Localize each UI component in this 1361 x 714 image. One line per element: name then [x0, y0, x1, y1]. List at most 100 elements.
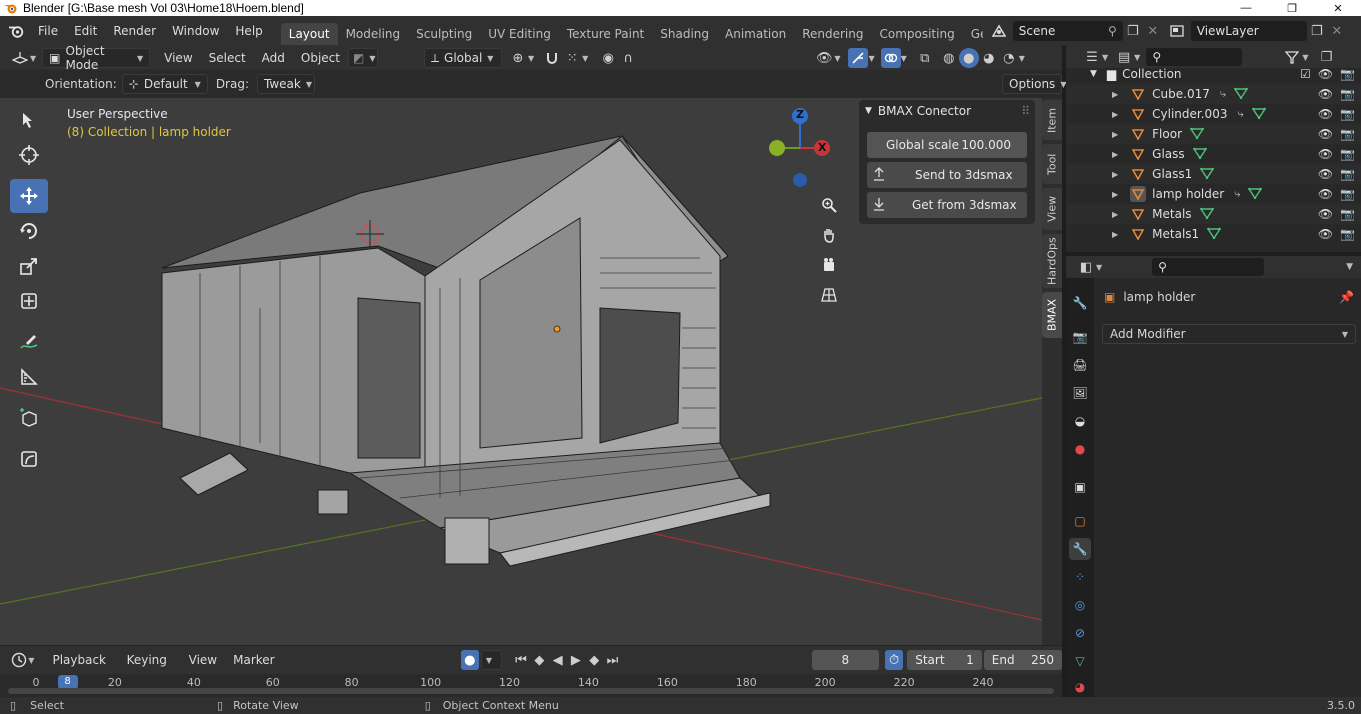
shear-tool[interactable]	[10, 442, 48, 476]
expand-arrow-icon[interactable]: ▶	[1112, 150, 1118, 159]
outliner-item[interactable]: ▶ lamp holder ⤷ 👁 📷	[1066, 184, 1361, 204]
perspective-toggle-icon[interactable]	[816, 282, 842, 308]
close-button[interactable]: ✕	[1315, 0, 1361, 16]
particles-props-icon[interactable]: ⁘	[1069, 566, 1091, 588]
material-props-icon[interactable]: ◕	[1069, 676, 1091, 698]
chevron-down-icon[interactable]: ▼	[1346, 262, 1353, 272]
visibility-eye-icon[interactable]: 👁	[814, 48, 834, 68]
3d-viewport[interactable]: User Perspective (8) Collection | lamp h…	[0, 98, 1062, 645]
pan-hand-icon[interactable]	[816, 222, 842, 248]
jump-to-keyframe-next-icon[interactable]: ◆	[585, 650, 603, 670]
proportional-edit-icon[interactable]: ◉	[598, 48, 618, 68]
expand-arrow-icon[interactable]: ▶	[1112, 90, 1118, 99]
material-shading-icon[interactable]: ◕	[979, 48, 999, 68]
outliner-item[interactable]: ▶ Glass 👁 📷	[1066, 144, 1361, 164]
render-props-icon[interactable]: 📷	[1069, 326, 1091, 348]
output-props-icon[interactable]: 🖨	[1069, 354, 1091, 376]
pivot-point-icon[interactable]: ⊕	[508, 48, 528, 68]
sidebar-tab-tool[interactable]: Tool	[1042, 144, 1062, 184]
move-tool[interactable]	[10, 179, 48, 213]
timeline-ruler[interactable]: 0 20 40 60 80 100 120 140 160 180 200 220 240 8	[0, 674, 1062, 698]
delete-scene-icon[interactable]: ✕	[1143, 21, 1163, 41]
zoom-icon[interactable]	[816, 192, 842, 218]
new-view-layer-icon[interactable]: ❐	[1307, 21, 1327, 41]
render-camera-icon[interactable]: 📷	[1340, 67, 1355, 81]
annotate-tool[interactable]	[10, 325, 48, 359]
show-gizmo-icon[interactable]	[848, 48, 869, 68]
constraints-props-icon[interactable]: ⊘	[1069, 622, 1091, 644]
expand-arrow-icon[interactable]: ▶	[1112, 190, 1118, 199]
render-camera-icon[interactable]: 📷	[1340, 227, 1355, 241]
timeline-scrollbar[interactable]	[8, 688, 1054, 694]
select-box-tool[interactable]	[10, 103, 48, 137]
tool-props-icon[interactable]: 🔧	[1069, 292, 1091, 314]
pin-icon[interactable]: ⚲	[1108, 24, 1117, 38]
outliner-item[interactable]: ▶ Cube.017 ⤷ 👁 📷	[1066, 84, 1361, 104]
tab-modeling[interactable]: Modeling	[338, 23, 409, 45]
playhead[interactable]: 8	[57, 675, 78, 689]
render-camera-icon[interactable]: 📷	[1340, 187, 1355, 201]
add-modifier-dropdown[interactable]: Add Modifier ▼	[1102, 324, 1356, 344]
collection-props-icon[interactable]: ▣	[1069, 476, 1091, 498]
expand-arrow-icon[interactable]: ▶	[1112, 110, 1118, 119]
start-frame-field[interactable]: Start 1	[907, 650, 982, 670]
timeline-menu-playback[interactable]: Playback ▼	[44, 649, 118, 688]
expand-arrow-icon[interactable]: ▶	[1112, 130, 1118, 139]
maximize-button[interactable]: ❐	[1269, 0, 1315, 16]
physics-props-icon[interactable]: ◎	[1069, 594, 1091, 616]
visibility-eye-icon[interactable]: 👁	[1318, 167, 1333, 181]
outliner-item[interactable]: ▶ Cylinder.003 ⤷ 👁 📷	[1066, 104, 1361, 124]
new-scene-icon[interactable]: ❐	[1123, 21, 1143, 41]
outliner-item[interactable]: ▶ Metals1 👁 📷	[1066, 224, 1361, 244]
jump-to-start-icon[interactable]: ⏮	[512, 650, 530, 670]
visibility-eye-icon[interactable]: 👁	[1318, 207, 1333, 221]
tab-rendering[interactable]: Rendering	[794, 23, 871, 45]
outliner-item[interactable]: ▶ Metals 👁 📷	[1066, 204, 1361, 224]
view-layer-field[interactable]: ViewLayer	[1190, 21, 1307, 41]
vp-menu-add[interactable]: Add	[254, 47, 293, 69]
data-props-icon[interactable]: ▽	[1069, 650, 1091, 672]
outliner-item[interactable]: ▶ Glass1 👁 📷	[1066, 164, 1361, 184]
falloff-icon[interactable]: ∩	[618, 48, 638, 68]
rendered-shading-icon[interactable]: ◔	[999, 48, 1019, 68]
menu-file[interactable]: File	[30, 20, 66, 42]
measure-tool[interactable]	[10, 360, 48, 394]
drag-dropdown[interactable]: Tweak ▼	[257, 74, 315, 94]
sidebar-tab-hardops[interactable]: HardOps	[1042, 234, 1062, 288]
render-camera-icon[interactable]: 📷	[1340, 107, 1355, 121]
tab-uv-editing[interactable]: UV Editing	[480, 23, 559, 45]
visibility-eye-icon[interactable]: 👁	[1318, 187, 1333, 201]
scene-field[interactable]: Scene ⚲	[1012, 21, 1123, 41]
menu-edit[interactable]: Edit	[66, 20, 105, 42]
delete-view-layer-icon[interactable]: ✕	[1327, 21, 1347, 41]
sidebar-tab-bmax[interactable]: BMAX	[1042, 292, 1062, 338]
modifier-props-icon[interactable]: 🔧	[1069, 538, 1091, 560]
scene-selector-icon[interactable]	[989, 21, 1009, 41]
visibility-eye-icon[interactable]: 👁	[1318, 87, 1333, 101]
global-scale-field[interactable]: Global scale 100.000	[867, 132, 1027, 158]
add-cube-tool[interactable]	[10, 401, 48, 435]
keying-options-dropdown[interactable]: ▼	[480, 650, 502, 670]
tab-animation[interactable]: Animation	[717, 23, 794, 45]
tab-layout[interactable]: Layout	[280, 23, 338, 45]
tab-texture-paint[interactable]: Texture Paint	[559, 23, 652, 45]
editor-type-icon[interactable]	[10, 48, 30, 68]
current-frame-field[interactable]: 8	[811, 650, 879, 670]
properties-editor-type-icon[interactable]: ◧	[1076, 257, 1096, 277]
visibility-eye-icon[interactable]: 👁	[1318, 67, 1333, 81]
play-icon[interactable]: ▶	[567, 650, 585, 670]
outliner-collection-row[interactable]: ▼ ▆ Collection ☑ 👁 📷	[1066, 64, 1361, 84]
visibility-eye-icon[interactable]: 👁	[1318, 127, 1333, 141]
vp-menu-object[interactable]: Object	[293, 47, 348, 69]
expand-arrow-icon[interactable]: ▶	[1112, 210, 1118, 219]
timeline-menu-keying[interactable]: Keying ▼	[119, 649, 181, 688]
render-camera-icon[interactable]: 📷	[1340, 147, 1355, 161]
minimize-button[interactable]: —	[1223, 0, 1269, 16]
auto-keying-icon[interactable]: ●	[460, 650, 479, 670]
visibility-eye-icon[interactable]: 👁	[1318, 227, 1333, 241]
menu-window[interactable]: Window	[164, 20, 227, 42]
play-reverse-icon[interactable]: ◀	[548, 650, 566, 670]
visibility-eye-icon[interactable]: 👁	[1318, 147, 1333, 161]
outliner-item[interactable]: ▶ Floor 👁 📷	[1066, 124, 1361, 144]
get-from-3dsmax-button[interactable]: Get from 3dsmax	[867, 192, 1027, 218]
